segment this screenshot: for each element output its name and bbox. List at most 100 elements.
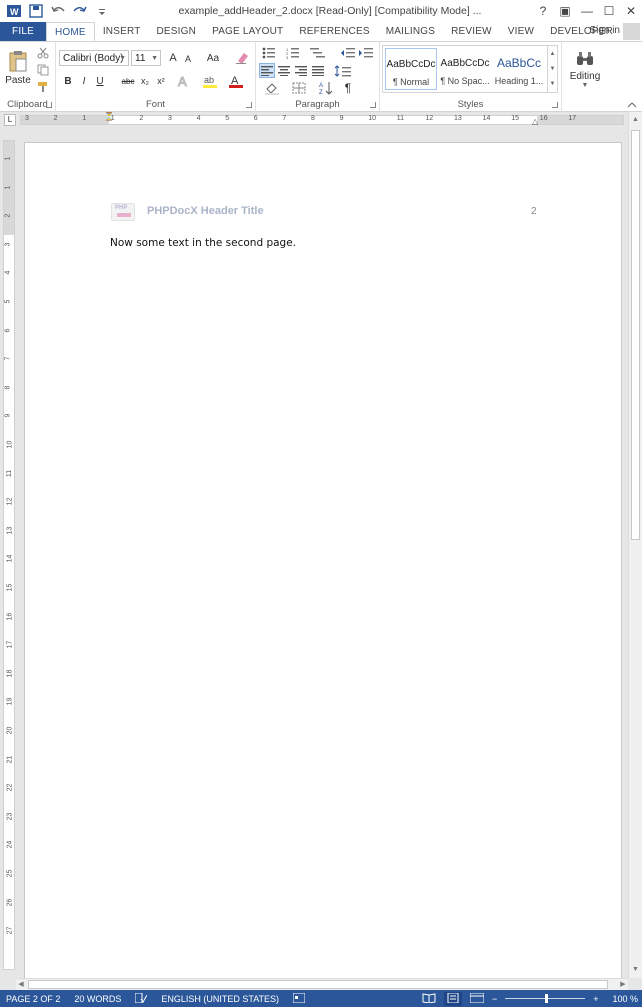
tab-mailings[interactable]: MAILINGS [378,22,443,41]
document-canvas[interactable]: PHP PHPDocX Header Title 2 Now some text… [16,130,628,978]
sort-icon[interactable]: AZ [318,80,334,95]
tab-page-layout[interactable]: PAGE LAYOUT [204,22,291,41]
editing-button[interactable]: Editing ▼ [566,45,604,93]
tab-selector[interactable]: L [4,114,16,126]
paragraph-dialog-launcher[interactable] [370,102,376,108]
scroll-up-icon[interactable]: ▲ [629,114,642,126]
proofing-icon[interactable] [134,992,148,1005]
scroll-right-icon[interactable]: ▶ [618,979,628,990]
ruler-number: 7 [282,115,287,122]
sign-in-link[interactable]: Sign in [589,25,620,36]
change-case-button[interactable]: Aa [202,50,224,66]
justify-icon[interactable] [310,63,326,78]
chevron-up-icon[interactable]: ▲ [550,51,556,57]
zoom-level[interactable]: 100 % [612,994,638,1004]
undo-icon[interactable] [50,3,66,19]
zoom-slider-thumb[interactable] [545,994,549,1003]
font-color-icon[interactable]: A [226,73,246,89]
line-spacing-icon[interactable] [332,63,354,78]
page-count[interactable]: PAGE 2 OF 2 [6,994,60,1004]
tab-review[interactable]: REVIEW [443,22,500,41]
highlight-color-icon[interactable]: ab [200,73,220,89]
align-center-icon[interactable] [276,63,292,78]
style-normal[interactable]: AaBbCcDc ¶ Normal [385,48,437,90]
word-count[interactable]: 20 WORDS [74,994,121,1004]
help-button[interactable]: ? [532,0,554,22]
style-heading-1[interactable]: AaBbCc Heading 1... [493,48,545,90]
underline-button[interactable]: U [93,73,107,89]
grow-font-button[interactable]: A [166,50,180,66]
ruler-number: 17 [568,115,577,122]
zoom-in-button[interactable]: + [593,994,598,1004]
collapse-ribbon-icon[interactable] [626,100,638,110]
tab-home[interactable]: HOME [46,22,95,41]
font-size-combo[interactable]: 11 ▼ [131,50,161,66]
strikethrough-button[interactable]: abc [120,73,136,89]
align-right-icon[interactable] [293,63,309,78]
close-button[interactable]: ✕ [620,0,642,22]
vertical-ruler: 1 1 2 3 4 5 6 7 8 9 10 11 12 13 14 15 16 17 18 19 20 21 22 23 24… [3,140,15,970]
clear-formatting-icon[interactable] [234,50,250,66]
language-indicator[interactable]: ENGLISH (UNITED STATES) [161,994,279,1004]
decrease-indent-icon[interactable] [340,46,356,60]
redo-icon[interactable] [72,3,88,19]
save-icon[interactable] [28,3,44,19]
document-page[interactable]: PHP PHPDocX Header Title 2 Now some text… [24,142,622,978]
bullets-icon[interactable] [260,46,282,60]
read-mode-icon[interactable] [422,992,436,1005]
borders-icon[interactable] [288,80,310,95]
subscript-button[interactable]: x₂ [138,73,152,89]
font-family-combo[interactable]: Calibri (Body) ▼ [59,50,129,66]
paste-button[interactable]: Paste [4,45,32,91]
zoom-slider[interactable] [505,994,586,1003]
bold-button[interactable]: B [61,73,75,89]
tab-insert[interactable]: INSERT [95,22,149,41]
styles-dialog-launcher[interactable] [552,102,558,108]
more-styles-icon[interactable]: ▼ [550,81,556,87]
macro-recording-icon[interactable] [292,992,306,1005]
multilevel-list-icon[interactable] [308,46,330,60]
horizontal-scrollbar[interactable]: ◀ ▶ [16,978,628,990]
word-app-icon[interactable]: W [6,3,22,19]
tab-design[interactable]: DESIGN [149,22,205,41]
horizontal-scroll-thumb[interactable] [28,980,608,989]
show-formatting-marks-button[interactable]: ¶ [340,80,356,95]
web-layout-icon[interactable] [469,992,485,1005]
print-layout-icon[interactable] [443,991,462,1006]
indent-marker-icon[interactable]: ⏳ [104,112,114,121]
tab-file[interactable]: FILE [0,22,46,41]
shading-icon[interactable] [262,80,284,95]
ribbon-display-options-button[interactable]: ▣ [554,0,576,22]
cut-icon[interactable] [36,46,50,60]
chevron-down-icon[interactable]: ▼ [550,66,556,72]
scroll-down-icon[interactable]: ▼ [629,964,642,976]
superscript-button[interactable]: x² [154,73,168,89]
ruler-number: 11 [396,115,405,122]
right-indent-marker-icon[interactable]: △ [532,117,538,126]
styles-gallery-scroll[interactable]: ▲ ▼ ▼ [547,46,557,92]
tab-references[interactable]: REFERENCES [291,22,377,41]
numbering-icon[interactable]: 123 [284,46,306,60]
italic-button[interactable]: I [77,73,91,89]
scroll-left-icon[interactable]: ◀ [16,979,26,990]
customize-qat-icon[interactable] [94,3,110,19]
zoom-out-button[interactable]: − [492,994,497,1004]
font-dialog-launcher[interactable] [246,102,252,108]
vertical-scroll-thumb[interactable] [631,130,640,540]
clipboard-dialog-launcher[interactable] [46,102,52,108]
text-effects-icon[interactable]: A [174,73,192,89]
maximize-button[interactable]: ☐ [598,0,620,22]
style-no-spacing[interactable]: AaBbCcDc ¶ No Spac... [439,48,491,90]
account-avatar[interactable] [623,23,640,40]
body-paragraph[interactable]: Now some text in the second page. [110,237,296,249]
minimize-button[interactable]: — [576,0,598,22]
shrink-font-button[interactable]: A [182,52,194,66]
font-family-value: Calibri (Body) [63,52,124,64]
align-left-icon[interactable] [259,63,275,78]
format-painter-icon[interactable] [36,80,50,94]
status-right: − + 100 % [422,990,638,1007]
tab-view[interactable]: VIEW [500,22,542,41]
copy-icon[interactable] [36,63,50,77]
increase-indent-icon[interactable] [358,46,374,60]
vertical-scrollbar[interactable]: ▲ ▼ [628,112,642,978]
